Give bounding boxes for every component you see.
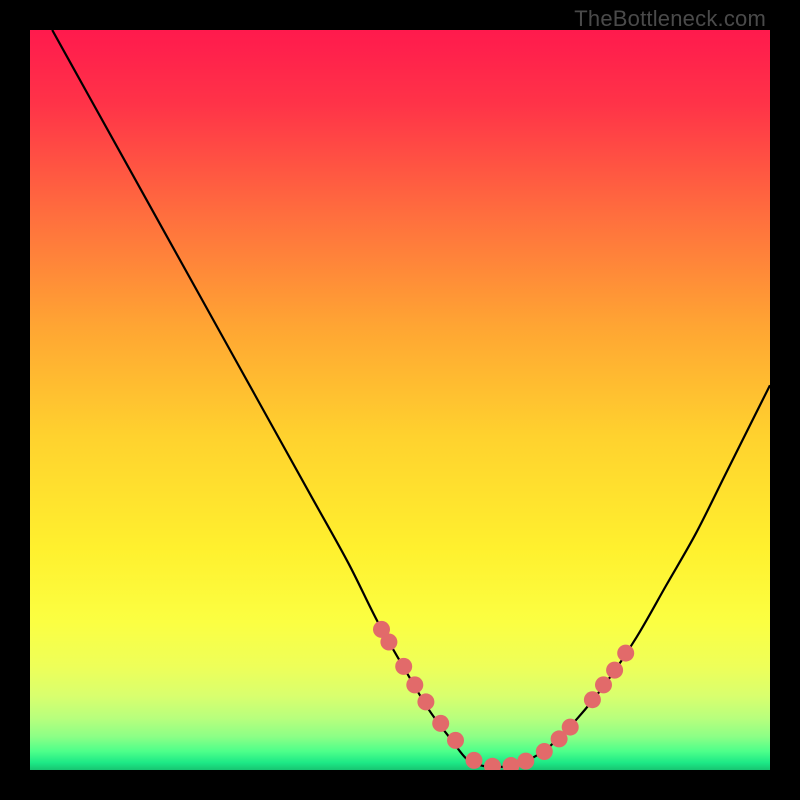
curve-layer xyxy=(30,30,770,770)
data-marker xyxy=(595,676,612,693)
chart-frame: TheBottleneck.com xyxy=(0,0,800,800)
data-marker xyxy=(503,757,520,770)
bottleneck-curve xyxy=(52,30,770,767)
data-marker xyxy=(562,719,579,736)
marker-group xyxy=(373,621,634,770)
data-marker xyxy=(395,658,412,675)
data-marker xyxy=(584,691,601,708)
data-marker xyxy=(517,753,534,770)
data-marker xyxy=(466,752,483,769)
data-marker xyxy=(432,715,449,732)
data-marker xyxy=(447,732,464,749)
data-marker xyxy=(484,758,501,770)
watermark-text: TheBottleneck.com xyxy=(574,6,766,32)
data-marker xyxy=(417,693,434,710)
plot-area xyxy=(30,30,770,770)
data-marker xyxy=(606,662,623,679)
data-marker xyxy=(617,645,634,662)
data-marker xyxy=(380,633,397,650)
data-marker xyxy=(536,743,553,760)
data-marker xyxy=(406,676,423,693)
